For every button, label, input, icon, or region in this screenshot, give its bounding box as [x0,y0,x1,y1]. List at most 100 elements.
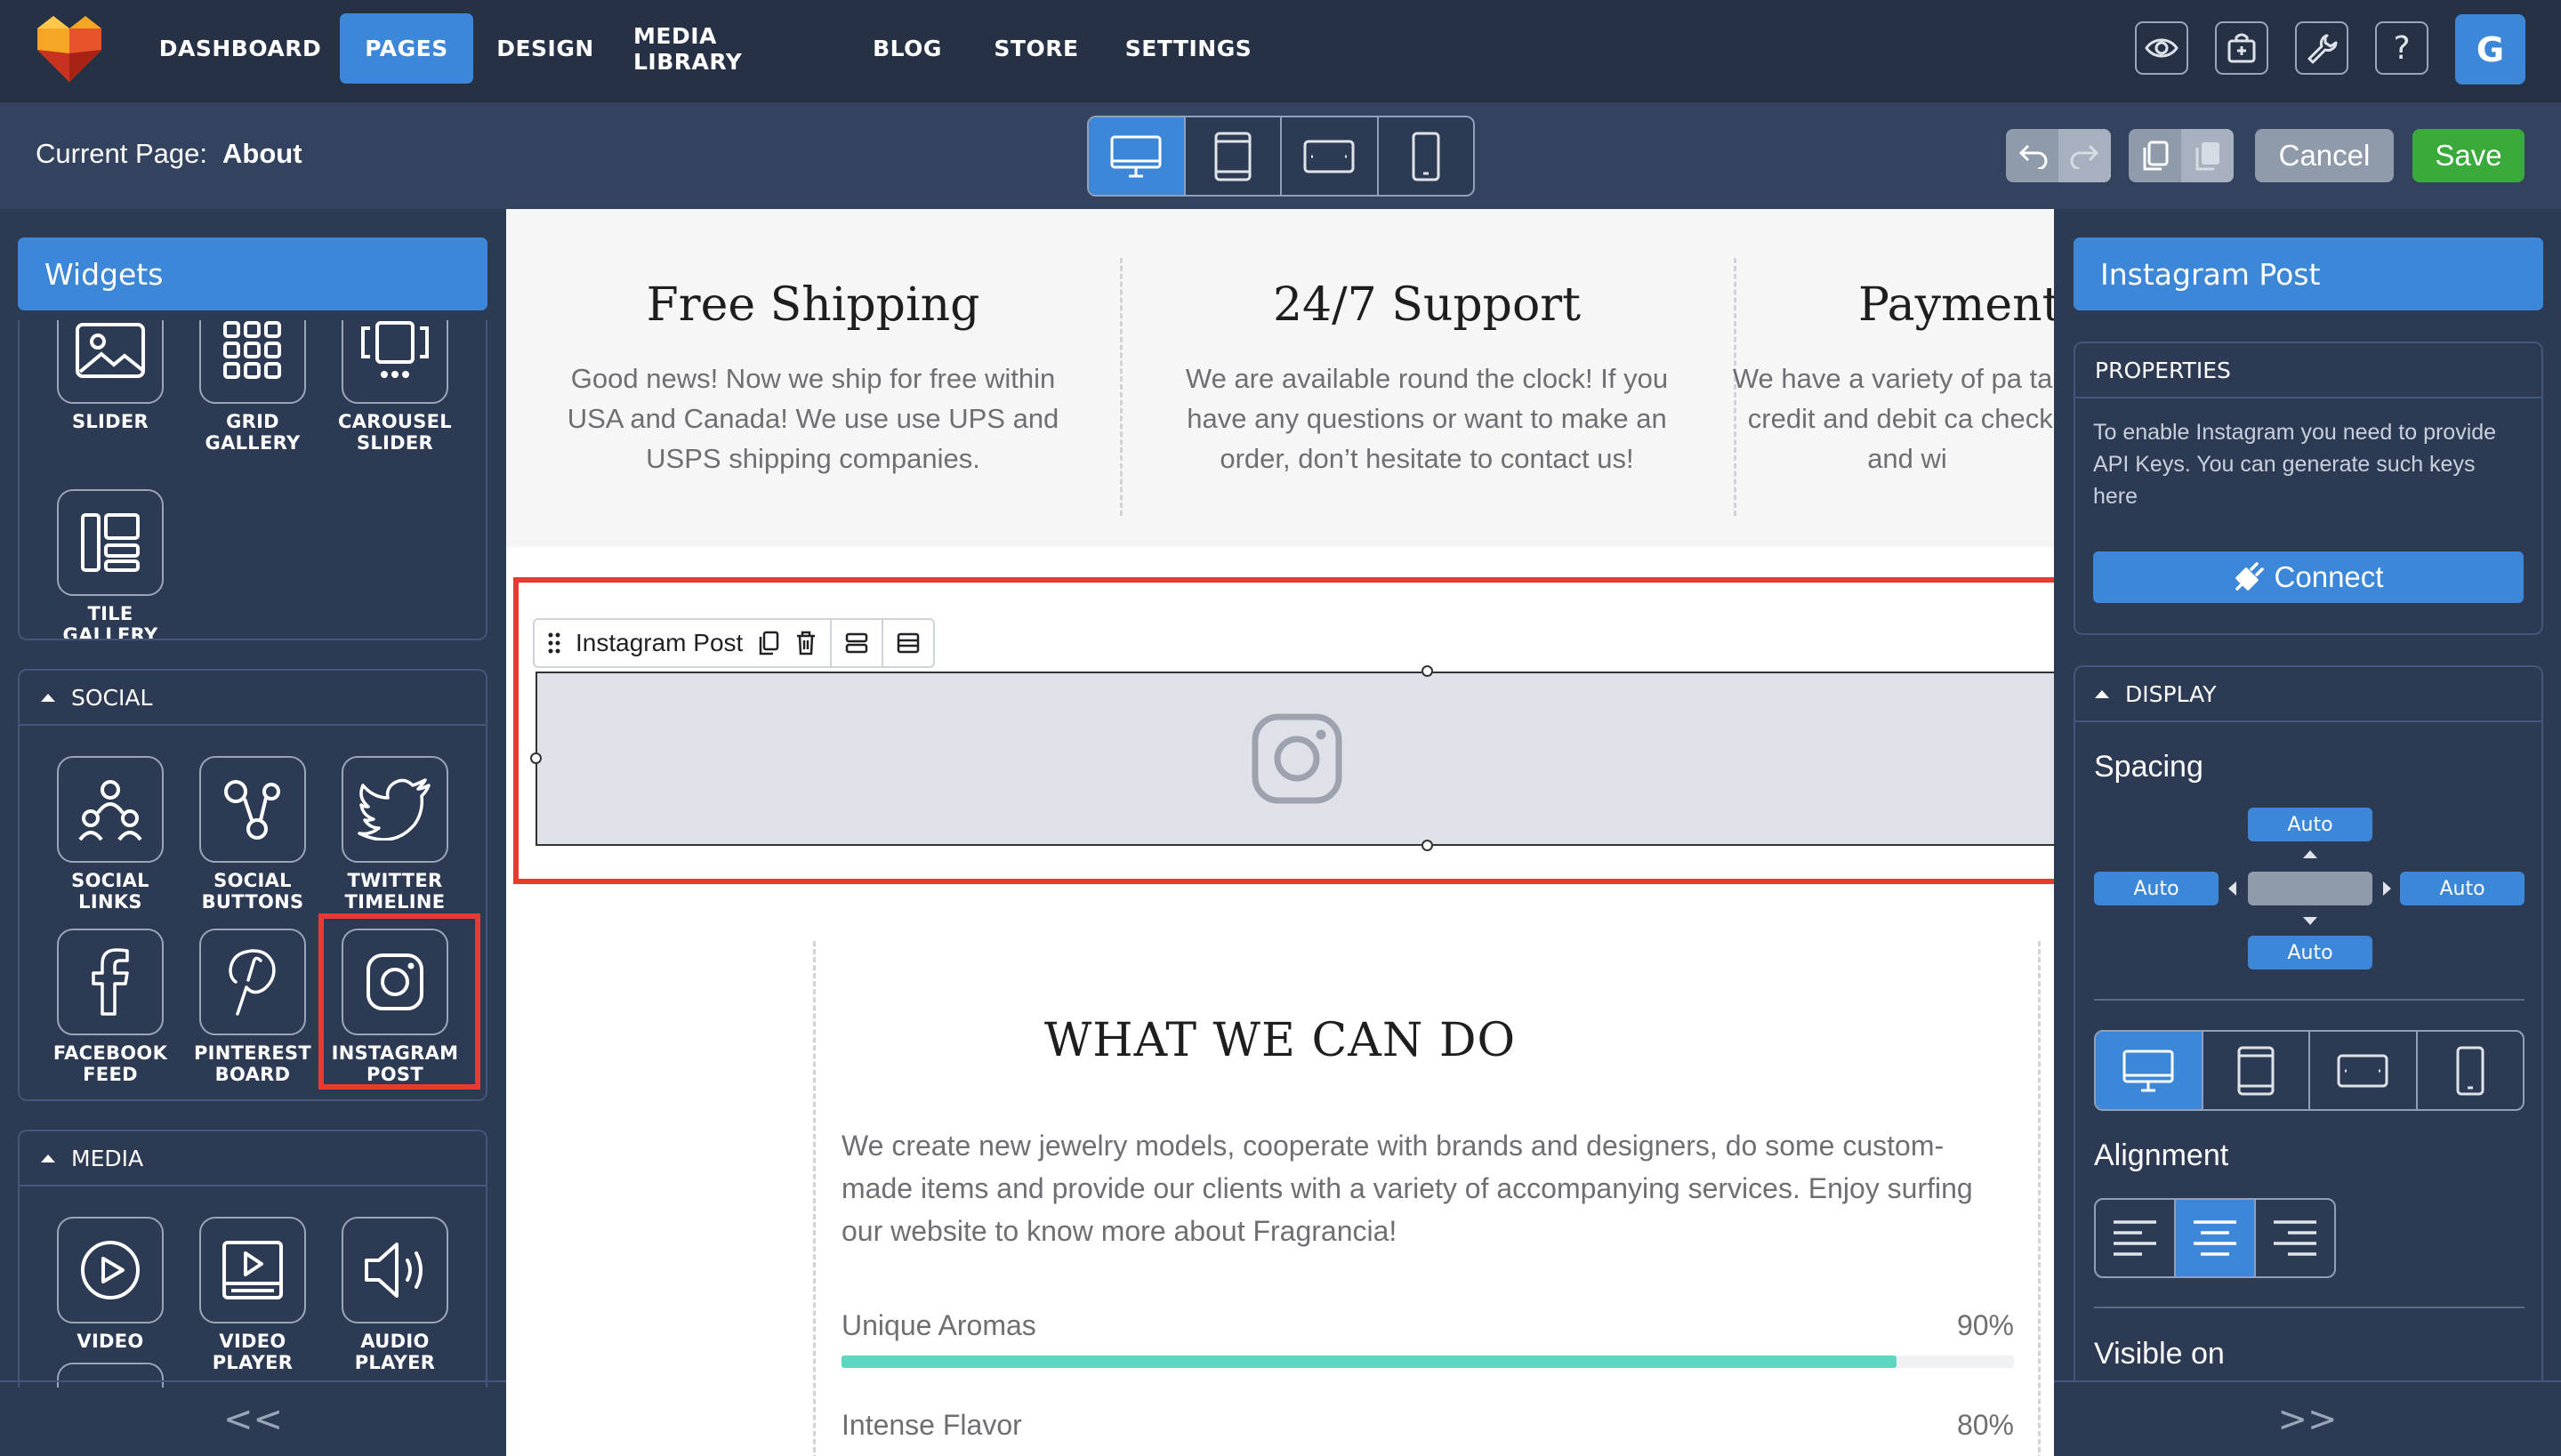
nav-blog[interactable]: BLOG [859,13,955,84]
display-desktop-button[interactable] [2096,1032,2203,1109]
collapse-triangle-icon [41,1154,55,1162]
page-canvas: Free Shipping Good news! Now we ship for… [506,209,2054,1456]
avatar[interactable]: G [2455,14,2525,84]
connect-button[interactable]: Connect [2093,551,2524,603]
tablet-icon [1214,132,1252,181]
widget-label: SOCIAL BUTTONS [201,870,304,913]
copy-paste-group [2129,129,2234,182]
nav-design[interactable]: DESIGN [487,13,603,84]
mobile-icon [1412,132,1440,181]
nav-media-library[interactable]: MEDIA LIBRARY [633,13,831,84]
drag-handle-icon[interactable] [547,631,561,655]
feature-title: 24/7 Support [1272,278,1582,332]
tablet-view-button[interactable] [1186,117,1282,195]
spacing-top-input[interactable]: Auto [2248,808,2372,841]
display-tablet-button[interactable] [2203,1032,2310,1109]
cancel-button[interactable]: Cancel [2255,129,2394,182]
widgets-panel-title: Widgets [18,237,487,310]
align-left-icon [2114,1220,2156,1256]
feature-support[interactable]: 24/7 Support We are available round the … [1120,209,1734,547]
resize-handle-top[interactable] [1421,665,1433,677]
preview-eye-button[interactable] [2135,21,2188,75]
align-center-button[interactable] [2176,1200,2256,1276]
copy-icon [2143,141,2168,171]
skill-unique-aromas: Unique Aromas 90% [842,1309,2014,1342]
undo-button[interactable] [2006,142,2058,169]
trash-icon[interactable] [794,630,817,656]
feature-payment[interactable]: Payment We have a variety of pa take cre… [1733,209,2054,547]
tools-button[interactable] [2295,21,2348,75]
resize-handle-left[interactable] [530,752,542,764]
mobile-icon [2456,1046,2484,1095]
widget-social-buttons[interactable]: SOCIAL BUTTONS [181,756,324,913]
display-mobile-button[interactable] [2418,1032,2524,1109]
spacing-right-input[interactable]: Auto [2400,872,2525,905]
widget-label: FACEBOOK FEED [52,1042,168,1085]
nav-dashboard[interactable]: DASHBOARD [158,13,322,84]
tile-gallery-icon [81,513,140,572]
resize-handle-bottom[interactable] [1421,840,1433,851]
widget-video[interactable]: VIDEO [39,1217,181,1352]
collapse-left-panel-button[interactable]: << [0,1380,506,1456]
alignment-switcher [2094,1198,2336,1278]
desktop-icon [2122,1050,2174,1091]
paste-button[interactable] [2181,129,2234,182]
instagram-post-placeholder[interactable] [536,672,2054,846]
collapse-right-panel-button[interactable]: >> [2054,1380,2561,1456]
widget-video-player[interactable]: VIDEO PLAYER [181,1217,324,1373]
social-group-header[interactable]: SOCIAL [20,671,486,726]
logo-icon[interactable] [32,11,107,85]
align-left-button[interactable] [2096,1200,2176,1276]
arrow-right-icon [2383,881,2391,896]
spacing-bottom-input[interactable]: Auto [2248,936,2372,969]
widget-twitter-timeline[interactable]: TWITTER TIMELINE [324,756,466,913]
feature-free-shipping[interactable]: Free Shipping Good news! Now we ship for… [506,209,1120,547]
media-group-header[interactable]: MEDIA [20,1131,486,1187]
grid-icon [223,321,281,379]
help-button[interactable]: ? [2375,21,2428,75]
desktop-view-button[interactable] [1089,117,1186,195]
duplicate-icon[interactable] [757,631,780,656]
widget-carousel-slider[interactable]: CAROUSEL SLIDER [324,320,466,454]
widget-label: SOCIAL LINKS [71,870,149,913]
widget-pinterest-board[interactable]: PINTEREST BOARD [181,929,324,1085]
current-page-name[interactable]: About [222,138,302,170]
nav-settings[interactable]: SETTINGS [1117,13,1260,84]
widget-social-links[interactable]: SOCIAL LINKS [39,756,181,913]
align-right-button[interactable] [2256,1200,2334,1276]
mobile-view-button[interactable] [1379,117,1474,195]
redo-button[interactable] [2058,129,2111,182]
nav-pages[interactable]: PAGES [340,13,473,84]
widget-facebook-feed[interactable]: FACEBOOK FEED [39,929,181,1085]
skill-label: Unique Aromas [842,1309,1036,1341]
widget-audio-player[interactable]: AUDIO PLAYER [324,1217,466,1373]
spacing-center-box [2248,872,2372,905]
image-icon [76,323,145,378]
display-tablet-landscape-button[interactable] [2310,1032,2418,1109]
wrench-icon [2307,34,2338,64]
divider [2094,1307,2525,1308]
skill-percent: 80% [1956,1409,2014,1441]
widget-tile-gallery[interactable]: TILE GALLERY [39,489,181,639]
tablet-landscape-view-button[interactable] [1282,117,1379,195]
widget-label: GRID GALLERY [205,411,301,454]
display-header[interactable]: DISPLAY [2075,667,2541,722]
section-settings-button[interactable] [832,618,884,668]
copy-button[interactable] [2129,140,2181,172]
desktop-icon [1110,135,1162,177]
display-title: DISPLAY [2125,680,2217,707]
save-button[interactable]: Save [2412,129,2525,182]
spacing-left-input[interactable]: Auto [2094,872,2219,905]
properties-panel-title: Instagram Post [2074,237,2543,310]
instagram-icon [1252,713,1342,804]
widget-grid-gallery[interactable]: GRID GALLERY [181,320,324,454]
shopping-bag-icon [2227,33,2256,63]
nav-store[interactable]: STORE [984,13,1089,84]
arrow-up-icon [2303,850,2317,858]
row-settings-button[interactable] [883,618,936,668]
undo-icon [2018,144,2047,169]
tablet-icon [2237,1046,2275,1095]
apps-button[interactable] [2215,21,2268,75]
widget-slider[interactable]: SLIDER [39,320,181,432]
properties-header: PROPERTIES [2075,343,2541,398]
